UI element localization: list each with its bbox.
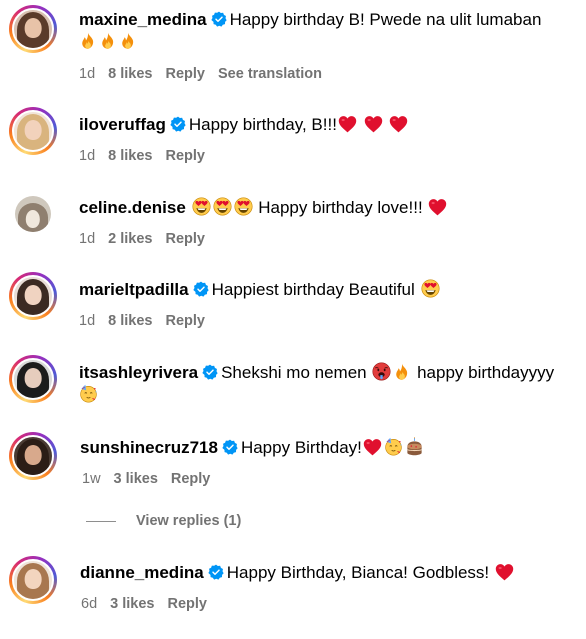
verified-badge-icon [170,116,186,132]
fire-emoji [99,32,117,50]
comment-text: Happiest birthday Beautiful [211,280,415,299]
comment-body: itsashleyrivera Shekshi mo nemen happy bi… [79,362,566,406]
username[interactable]: itsashleyrivera [79,363,198,382]
see-translation-link[interactable]: See translation [218,66,322,82]
comment-meta: 6d 3 likes Reply [81,596,220,612]
birthday-cake-emoji [405,437,424,456]
fire-emoji [79,32,97,50]
reply-button[interactable]: Reply [165,66,205,82]
likes-count[interactable]: 3 likes [114,471,158,487]
reply-button[interactable]: Reply [171,471,211,487]
red-heart-emoji [364,115,383,133]
fire-emoji [119,32,137,50]
verified-badge-icon [193,281,209,297]
view-replies-button[interactable]: View replies (1) [86,513,241,529]
comment-time: 1d [79,231,96,247]
comment-body: iloveruffag Happy birthday, B!!! [79,114,566,136]
heart-eyes-emoji [234,197,253,216]
comment-time: 1d [79,148,96,164]
likes-count[interactable]: 8 likes [108,148,152,164]
heart-eyes-emoji [421,279,440,298]
fire-emoji [393,363,411,381]
heart-eyes-emoji [213,197,232,216]
comment-time: 1d [79,313,96,329]
reply-button[interactable]: Reply [167,596,207,612]
avatar[interactable] [9,5,57,53]
comment-time: 1d [79,66,96,82]
comment-time: 6d [81,596,98,612]
username[interactable]: marieltpadilla [79,280,189,299]
comment-meta: 1w 3 likes Reply [82,471,223,487]
comment-text: Happy birthday love!!! [258,198,423,217]
reply-button[interactable]: Reply [165,313,205,329]
view-replies-label: View replies (1) [136,513,242,529]
likes-count[interactable]: 2 likes [108,231,152,247]
heart-eyes-emoji [192,197,211,216]
red-heart-emoji [389,115,408,133]
avatar[interactable] [9,432,57,480]
hot-face-emoji [372,362,391,381]
comment-meta: 1d 8 likes Reply [79,313,218,329]
comment-body: marieltpadilla Happiest birthday Beautifu… [79,279,566,301]
partying-face-emoji [79,384,98,403]
comment-body: dianne_medina Happy Birthday, Bianca! God… [80,562,566,584]
comment-text: Shekshi mo nemen [221,363,367,382]
comment-text: Happy Birthday! [240,438,362,457]
username[interactable]: iloveruffag [79,115,166,134]
username[interactable]: sunshinecruz718 [80,438,218,457]
partying-face-emoji [384,437,403,456]
reply-button[interactable]: Reply [165,231,205,247]
red-heart-emoji [495,563,514,581]
comment-body: maxine_medina Happy birthday B! Pwede na … [79,9,566,53]
comment-text: Happy birthday B! Pwede na ulit lumaban [229,10,542,29]
red-heart-emoji [338,115,357,133]
comment-body: celine.denise Happy birthday love!!! [79,197,566,219]
verified-badge-icon [211,11,227,27]
likes-count[interactable]: 8 likes [108,313,152,329]
reply-button[interactable]: Reply [165,148,205,164]
red-heart-emoji [363,438,382,456]
avatar[interactable] [9,355,57,403]
username[interactable]: dianne_medina [80,563,204,582]
comment-meta: 1d 8 likes Reply [79,148,218,164]
verified-badge-icon [222,439,238,455]
likes-count[interactable]: 3 likes [110,596,154,612]
divider-line [86,520,116,522]
comment-meta: 1d 2 likes Reply [79,231,218,247]
comment-text: Happy birthday, B!!! [188,115,337,134]
avatar[interactable] [9,190,57,238]
comment-time: 1w [82,471,101,487]
avatar[interactable] [9,107,57,155]
likes-count[interactable]: 8 likes [108,66,152,82]
comment-text: Happy Birthday, Bianca! Godbless! [226,563,490,582]
comment-body: sunshinecruz718 Happy Birthday! [80,437,566,459]
username[interactable]: celine.denise [79,198,186,217]
comment-text: happy birthdayyyy [417,363,555,382]
username[interactable]: maxine_medina [79,10,207,29]
verified-badge-icon [202,364,218,380]
avatar[interactable] [9,272,57,320]
verified-badge-icon [208,564,224,580]
avatar[interactable] [9,556,57,604]
red-heart-emoji [428,198,447,216]
comment-meta: 1d 8 likes Reply See translation [79,66,335,82]
